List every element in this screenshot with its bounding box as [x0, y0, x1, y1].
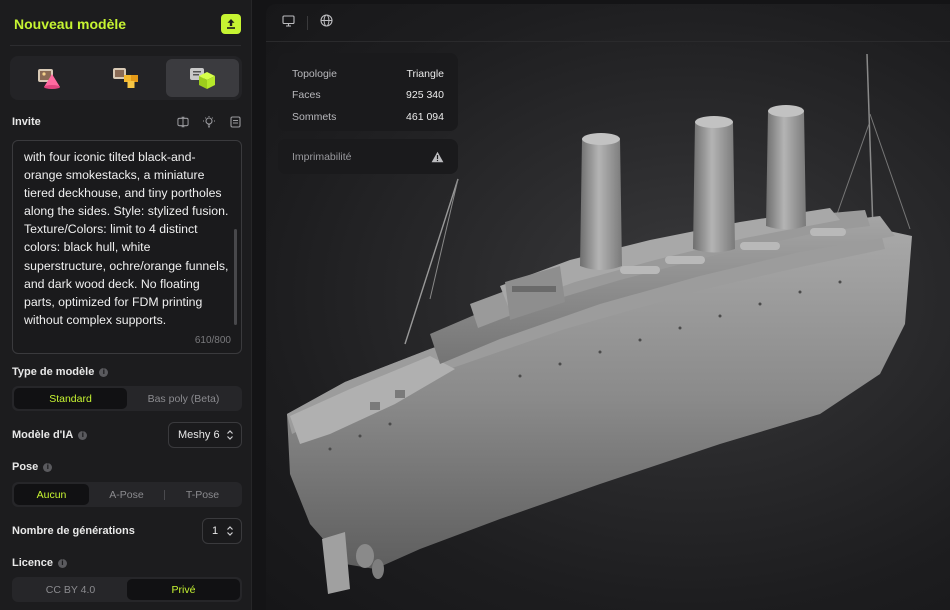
stat-row: Faces 925 340: [292, 85, 444, 107]
pose-label-row: Pose i: [12, 461, 53, 473]
model-stats-panel: Topologie Triangle Faces 925 340 Sommets…: [278, 53, 458, 131]
ai-model-select[interactable]: Meshy 6: [168, 422, 242, 448]
generations-select[interactable]: 1: [202, 518, 242, 544]
prompt-label: Invite: [12, 116, 41, 128]
generation-panel: Nouveau modèle Invite with four iconic t…: [0, 0, 252, 610]
prompt-char-count: 610/800: [194, 335, 231, 346]
generations-label-row: Nombre de générations: [12, 525, 135, 537]
chevron-updown-icon: [227, 526, 233, 536]
license-label: Licence: [12, 557, 53, 569]
generations-label: Nombre de générations: [12, 525, 135, 537]
mode-tab-image-to-3d[interactable]: [13, 59, 86, 97]
stat-value: Triangle: [406, 67, 444, 80]
pose-none[interactable]: Aucun: [14, 484, 89, 505]
model-type-toggle: Standard Bas poly (Beta): [12, 386, 242, 411]
ai-model-label: Modèle d'IA: [12, 429, 74, 441]
model-type-low-poly[interactable]: Bas poly (Beta): [127, 388, 240, 409]
stat-key: Sommets: [292, 110, 337, 123]
pose-a-pose[interactable]: A-Pose: [89, 484, 164, 505]
license-label-row: Licence i: [12, 557, 67, 569]
warning-icon: [431, 151, 444, 162]
prompt-textarea[interactable]: with four iconic tilted black-and- orang…: [12, 140, 242, 354]
upload-button[interactable]: [221, 14, 241, 34]
license-toggle: CC BY 4.0 Privé: [12, 577, 242, 602]
generations-value: 1: [212, 525, 219, 537]
prompt-library-button[interactable]: [229, 116, 241, 128]
pose-t-pose[interactable]: T-Pose: [165, 484, 240, 505]
license-cc-by[interactable]: CC BY 4.0: [14, 579, 127, 600]
mode-tab-multi-image[interactable]: [89, 59, 162, 97]
model-type-label: Type de modèle: [12, 366, 95, 378]
image-cone-mode-icon: [37, 69, 60, 89]
upload-icon: [227, 19, 235, 29]
ai-model-label-row: Modèle d'IA i: [12, 429, 88, 441]
panel-header: Nouveau modèle: [14, 12, 241, 36]
ai-model-value: Meshy 6: [178, 429, 220, 441]
info-icon[interactable]: i: [78, 430, 88, 440]
pose-label: Pose: [12, 461, 39, 473]
license-private[interactable]: Privé: [127, 579, 240, 600]
stat-row: Sommets 461 094: [292, 106, 444, 128]
text-cursor-icon: [177, 116, 189, 128]
prompt-header: Invite: [12, 114, 241, 130]
text-cube-mode-icon: [190, 68, 216, 89]
info-icon[interactable]: i: [57, 558, 67, 568]
printability-label: Imprimabilité: [292, 150, 352, 163]
info-icon[interactable]: i: [99, 367, 109, 377]
prompt-text: with four iconic tilted black-and- orang…: [24, 150, 229, 327]
expand-prompt-button[interactable]: [177, 116, 189, 128]
prompt-tools: [177, 116, 241, 128]
stat-key: Faces: [292, 89, 321, 102]
chevron-updown-icon: [227, 430, 233, 440]
prompt-scrollbar[interactable]: [234, 229, 237, 325]
header-divider: [10, 45, 241, 46]
3d-viewport[interactable]: Topologie Triangle Faces 925 340 Sommets…: [266, 4, 950, 610]
document-icon: [229, 116, 241, 128]
prompt-ideas-button[interactable]: [203, 116, 215, 128]
printability-button[interactable]: Imprimabilité: [278, 139, 458, 174]
lightbulb-icon: [203, 116, 215, 128]
stat-key: Topologie: [292, 67, 337, 80]
generation-mode-tabs: [10, 56, 242, 100]
info-icon[interactable]: i: [43, 462, 53, 472]
stat-value: 461 094: [406, 110, 444, 123]
model-type-standard[interactable]: Standard: [14, 388, 127, 409]
panel-title: Nouveau modèle: [14, 16, 127, 32]
stat-row: Topologie Triangle: [292, 63, 444, 85]
pose-toggle: Aucun A-Pose T-Pose: [12, 482, 242, 507]
mode-tab-text-to-3d[interactable]: [165, 59, 239, 97]
stat-value: 925 340: [406, 89, 444, 102]
model-type-label-row: Type de modèle i: [12, 366, 109, 378]
multi-image-mode-icon: [112, 68, 138, 88]
